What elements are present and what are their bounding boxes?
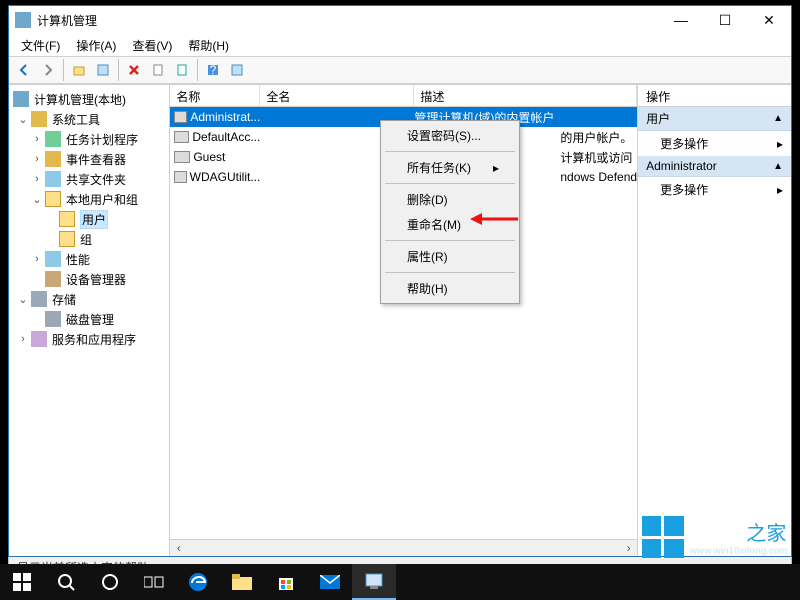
expand-icon[interactable]: › bbox=[17, 333, 29, 345]
delete-button[interactable] bbox=[123, 59, 145, 81]
col-desc[interactable]: 描述 bbox=[414, 85, 637, 106]
ctx-separator bbox=[385, 183, 515, 184]
store-icon[interactable] bbox=[264, 564, 308, 600]
tree-device-manager[interactable]: 设备管理器 bbox=[9, 269, 169, 289]
menu-help[interactable]: 帮助(H) bbox=[182, 35, 235, 56]
help-button[interactable]: ? bbox=[202, 59, 224, 81]
tree-groups[interactable]: 组 bbox=[9, 229, 169, 249]
toolbar: ? bbox=[9, 56, 791, 84]
ctx-separator bbox=[385, 151, 515, 152]
app-icon bbox=[15, 12, 31, 28]
up-button[interactable] bbox=[68, 59, 90, 81]
action-more-admin[interactable]: 更多操作▸ bbox=[638, 177, 791, 202]
tree-local-users[interactable]: ⌄本地用户和组 bbox=[9, 189, 169, 209]
collapse-icon[interactable]: ⌄ bbox=[17, 113, 29, 126]
windows-logo-icon bbox=[642, 516, 684, 558]
menubar: 文件(F) 操作(A) 查看(V) 帮助(H) bbox=[9, 34, 791, 56]
tree-task-scheduler[interactable]: ›任务计划程序 bbox=[9, 129, 169, 149]
search-button[interactable] bbox=[44, 564, 88, 600]
start-button[interactable] bbox=[0, 564, 44, 600]
tree-pane[interactable]: 计算机管理(本地) ⌄系统工具 ›任务计划程序 ›事件查看器 ›共享文件夹 ⌄本… bbox=[9, 85, 170, 556]
edge-icon[interactable] bbox=[176, 564, 220, 600]
tree-storage[interactable]: ⌄存储 bbox=[9, 289, 169, 309]
chevron-right-icon: ▸ bbox=[493, 161, 499, 175]
svg-text:?: ? bbox=[210, 63, 217, 77]
task-view-button[interactable] bbox=[132, 564, 176, 600]
list-header: 名称 全名 描述 bbox=[170, 85, 637, 107]
forward-button[interactable] bbox=[37, 59, 59, 81]
menu-view[interactable]: 查看(V) bbox=[126, 35, 178, 56]
col-fullname[interactable]: 全名 bbox=[260, 85, 414, 106]
compmgmt-taskbar-icon[interactable] bbox=[352, 564, 396, 600]
maximize-button[interactable]: ☐ bbox=[703, 6, 747, 34]
collapse-icon: ▲ bbox=[773, 161, 783, 172]
menu-action[interactable]: 操作(A) bbox=[70, 35, 122, 56]
actions-title: 操作 bbox=[638, 85, 791, 107]
explorer-icon[interactable] bbox=[220, 564, 264, 600]
cortana-button[interactable] bbox=[88, 564, 132, 600]
scroll-track[interactable] bbox=[187, 540, 620, 556]
scroll-right-button[interactable]: › bbox=[620, 540, 637, 556]
properties-button[interactable] bbox=[92, 59, 114, 81]
tree-disk-management[interactable]: 磁盘管理 bbox=[9, 309, 169, 329]
titlebar: 计算机管理 — ☐ ✕ bbox=[9, 6, 791, 34]
view-button[interactable] bbox=[226, 59, 248, 81]
toolbar-separator bbox=[197, 59, 198, 81]
ctx-separator bbox=[385, 240, 515, 241]
toolbar-separator bbox=[118, 59, 119, 81]
tree-shared-folders[interactable]: ›共享文件夹 bbox=[9, 169, 169, 189]
minimize-button[interactable]: — bbox=[659, 6, 703, 34]
expand-icon[interactable]: › bbox=[31, 133, 43, 145]
close-button[interactable]: ✕ bbox=[747, 6, 791, 34]
tree-services[interactable]: ›服务和应用程序 bbox=[9, 329, 169, 349]
window-title: 计算机管理 bbox=[37, 12, 659, 29]
mail-icon[interactable] bbox=[308, 564, 352, 600]
export-button[interactable] bbox=[171, 59, 193, 81]
tree-performance[interactable]: ›性能 bbox=[9, 249, 169, 269]
chevron-right-icon: ▸ bbox=[777, 183, 783, 197]
expand-icon[interactable]: › bbox=[31, 173, 43, 185]
scroll-left-button[interactable]: ‹ bbox=[170, 540, 187, 556]
user-icon bbox=[174, 171, 186, 183]
collapse-icon[interactable]: ⌄ bbox=[17, 293, 29, 306]
annotation-arrow bbox=[470, 209, 520, 229]
actions-pane: 操作 用户▲ 更多操作▸ Administrator▲ 更多操作▸ bbox=[638, 85, 791, 556]
actions-group-users[interactable]: 用户▲ bbox=[638, 107, 791, 131]
user-icon bbox=[174, 111, 187, 123]
action-more-users[interactable]: 更多操作▸ bbox=[638, 131, 791, 156]
taskbar bbox=[0, 564, 800, 600]
ctx-all-tasks[interactable]: 所有任务(K)▸ bbox=[383, 155, 517, 180]
col-name[interactable]: 名称 bbox=[170, 85, 260, 106]
ctx-set-password[interactable]: 设置密码(S)... bbox=[383, 123, 517, 148]
user-icon bbox=[174, 131, 189, 143]
tree-users[interactable]: 用户 bbox=[9, 209, 169, 229]
refresh-button[interactable] bbox=[147, 59, 169, 81]
chevron-right-icon: ▸ bbox=[777, 137, 783, 151]
collapse-icon[interactable]: ⌄ bbox=[31, 193, 43, 206]
back-button[interactable] bbox=[13, 59, 35, 81]
window-controls: — ☐ ✕ bbox=[659, 6, 791, 34]
ctx-separator bbox=[385, 272, 515, 273]
expand-icon[interactable]: › bbox=[31, 253, 43, 265]
expand-icon[interactable]: › bbox=[31, 153, 43, 165]
ctx-properties[interactable]: 属性(R) bbox=[383, 244, 517, 269]
tree-system-tools[interactable]: ⌄系统工具 bbox=[9, 109, 169, 129]
watermark: Win10之家 www.win10xitong.com bbox=[642, 516, 788, 558]
actions-group-admin[interactable]: Administrator▲ bbox=[638, 156, 791, 177]
horizontal-scrollbar[interactable]: ‹ › bbox=[170, 539, 637, 556]
tree-event-viewer[interactable]: ›事件查看器 bbox=[9, 149, 169, 169]
menu-file[interactable]: 文件(F) bbox=[15, 35, 66, 56]
toolbar-separator bbox=[63, 59, 64, 81]
collapse-icon: ▲ bbox=[773, 113, 783, 124]
tree-root[interactable]: 计算机管理(本地) bbox=[9, 89, 169, 109]
user-icon bbox=[174, 151, 190, 163]
ctx-help[interactable]: 帮助(H) bbox=[383, 276, 517, 301]
